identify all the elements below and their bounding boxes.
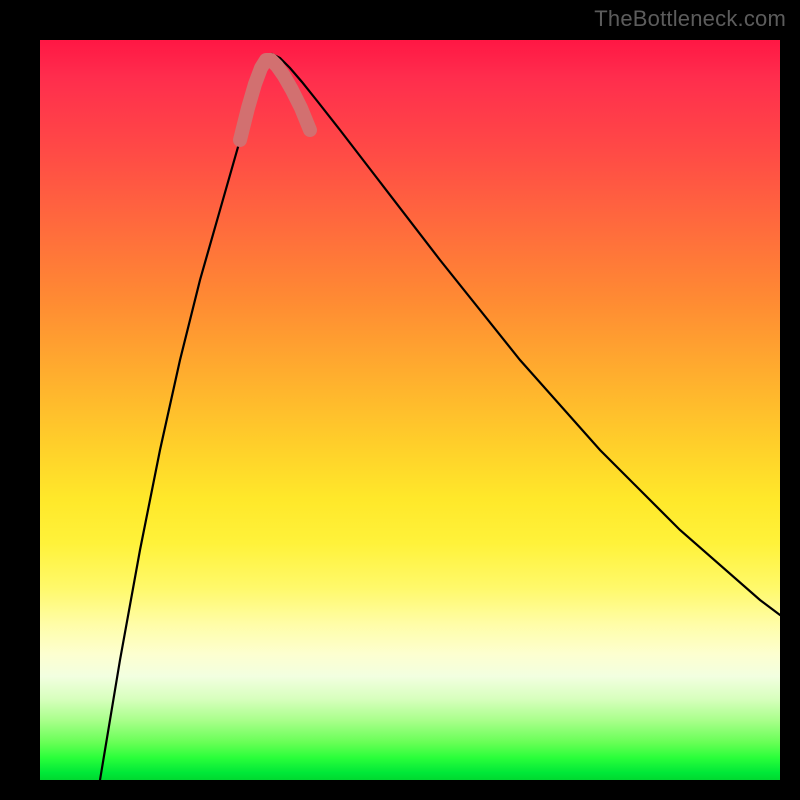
watermark-text: TheBottleneck.com <box>594 6 786 32</box>
plot-area <box>40 40 780 780</box>
curve-layer <box>100 54 780 780</box>
bottleneck-curve <box>100 54 780 780</box>
curve-svg <box>40 40 780 780</box>
bottom-highlight <box>240 60 310 140</box>
chart-stage: TheBottleneck.com <box>0 0 800 800</box>
